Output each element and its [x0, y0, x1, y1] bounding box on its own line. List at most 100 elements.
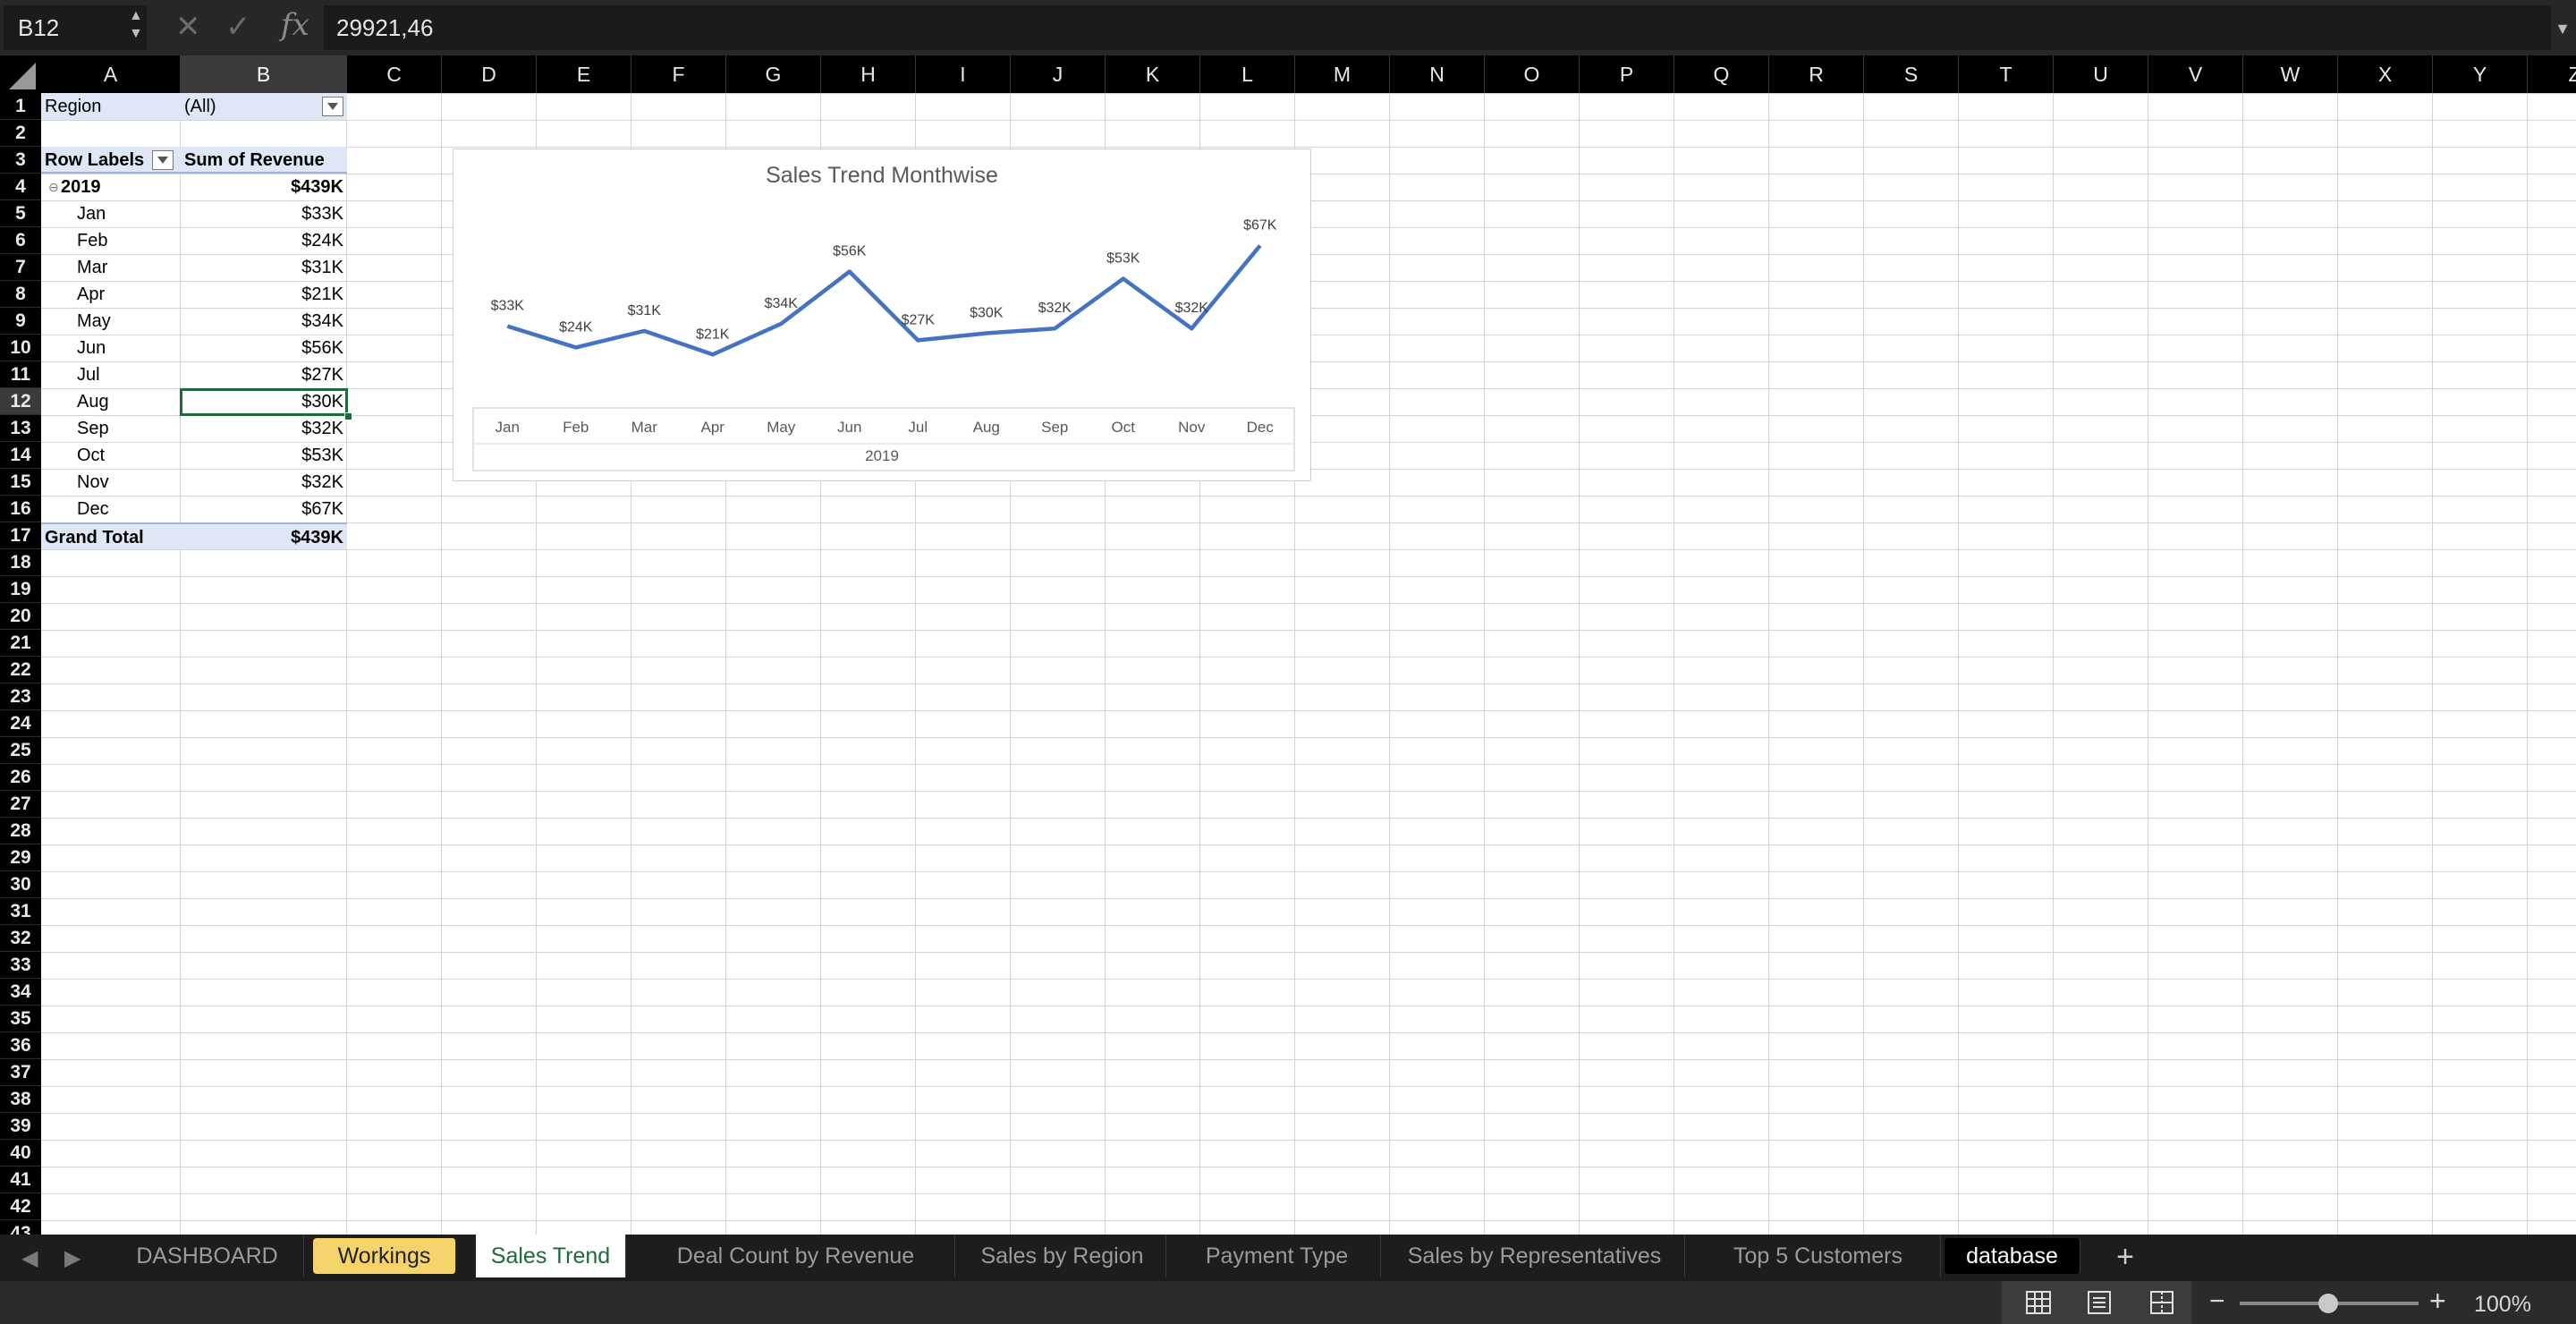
formula-input[interactable]: 29921,46 — [324, 5, 2551, 50]
page-break-icon[interactable] — [2148, 1290, 2175, 1315]
column-header-w[interactable]: W — [2243, 55, 2338, 93]
series-line[interactable] — [506, 244, 1262, 357]
pivot-month-label[interactable]: Nov — [41, 469, 181, 496]
row-header[interactable]: 8 — [0, 281, 41, 308]
column-header-e[interactable]: E — [537, 55, 631, 93]
row-header[interactable]: 34 — [0, 979, 41, 1006]
row-header[interactable]: 18 — [0, 549, 41, 576]
zoom-in-button[interactable]: + — [2429, 1285, 2446, 1318]
sheet-tab[interactable]: Sales Trend — [476, 1235, 626, 1277]
row-header[interactable]: 39 — [0, 1113, 41, 1140]
column-header-j[interactable]: J — [1011, 55, 1106, 93]
collapse-icon[interactable]: ⊖ — [48, 174, 59, 200]
sheet-tab[interactable]: DASHBOARD — [111, 1235, 304, 1277]
pivot-month-value[interactable]: $32K — [181, 415, 347, 442]
row-header[interactable]: 26 — [0, 764, 41, 791]
row-header[interactable]: 42 — [0, 1193, 41, 1220]
worksheet-grid[interactable]: Region (All) Row Labels Sum of Revenue 2… — [41, 93, 2576, 1235]
name-box-stepper-icon[interactable]: ▲ ▼ — [129, 7, 143, 43]
row-header[interactable]: 11 — [0, 361, 41, 388]
row-header[interactable]: 12 — [0, 388, 41, 415]
sheet-tab[interactable]: Sales by Region — [959, 1235, 1166, 1277]
row-header[interactable]: 43 — [0, 1220, 41, 1235]
row-labels-dropdown-icon[interactable] — [152, 150, 174, 170]
filter-dropdown-icon[interactable] — [322, 97, 343, 116]
sheet-tab[interactable]: Payment Type — [1174, 1235, 1381, 1277]
row-header[interactable]: 33 — [0, 952, 41, 979]
row-header[interactable]: 28 — [0, 818, 41, 844]
column-header-m[interactable]: M — [1295, 55, 1390, 93]
column-header-q[interactable]: Q — [1674, 55, 1769, 93]
column-header-i[interactable]: I — [916, 55, 1011, 93]
pivot-month-label[interactable]: Sep — [41, 415, 181, 442]
pivot-month-label[interactable]: Aug — [41, 388, 181, 415]
row-header[interactable]: 7 — [0, 254, 41, 281]
column-header-d[interactable]: D — [442, 55, 537, 93]
row-header[interactable]: 10 — [0, 335, 41, 361]
pivot-month-label[interactable]: Apr — [41, 281, 181, 308]
pivot-month-value[interactable]: $53K — [181, 442, 347, 469]
row-header[interactable]: 20 — [0, 603, 41, 630]
pivot-month-value[interactable]: $33K — [181, 200, 347, 227]
row-header[interactable]: 14 — [0, 442, 41, 469]
row-header[interactable]: 17 — [0, 522, 41, 549]
row-header[interactable]: 35 — [0, 1006, 41, 1032]
pivot-month-label[interactable]: Jul — [41, 361, 181, 388]
row-header[interactable]: 6 — [0, 227, 41, 254]
column-header-a[interactable]: A — [41, 55, 181, 93]
pivot-month-value[interactable]: $27K — [181, 361, 347, 388]
row-header[interactable]: 27 — [0, 791, 41, 818]
column-header-z[interactable]: Z — [2528, 55, 2576, 93]
pivot-year-total[interactable]: $439K — [181, 174, 347, 200]
column-header-o[interactable]: O — [1485, 55, 1580, 93]
pivot-value-header[interactable]: Sum of Revenue — [181, 147, 347, 174]
fill-handle[interactable] — [344, 412, 352, 420]
row-header[interactable]: 5 — [0, 200, 41, 227]
normal-view-icon[interactable] — [2025, 1290, 2052, 1315]
row-header[interactable]: 30 — [0, 871, 41, 898]
pivot-month-value[interactable]: $32K — [181, 469, 347, 496]
pivot-month-value[interactable]: $21K — [181, 281, 347, 308]
pivot-month-value[interactable]: $34K — [181, 308, 347, 335]
row-header[interactable]: 2 — [0, 120, 41, 147]
column-header-r[interactable]: R — [1769, 55, 1864, 93]
pivot-month-value[interactable]: $31K — [181, 254, 347, 281]
pivot-month-value[interactable]: $24K — [181, 227, 347, 254]
column-header-y[interactable]: Y — [2433, 55, 2528, 93]
column-header-g[interactable]: G — [726, 55, 821, 93]
pivot-month-label[interactable]: Oct — [41, 442, 181, 469]
row-header[interactable]: 21 — [0, 630, 41, 657]
row-header[interactable]: 23 — [0, 683, 41, 710]
row-header[interactable]: 37 — [0, 1059, 41, 1086]
pivot-month-label[interactable]: May — [41, 308, 181, 335]
column-header-l[interactable]: L — [1200, 55, 1295, 93]
column-header-c[interactable]: C — [347, 55, 442, 93]
row-header[interactable]: 31 — [0, 898, 41, 925]
close-icon[interactable]: ✕ — [175, 9, 201, 45]
pivot-month-value[interactable]: $67K — [181, 496, 347, 522]
pivot-filter-label[interactable]: Region — [41, 93, 181, 120]
chevron-down-icon[interactable]: ▼ — [2555, 20, 2571, 38]
sheet-tab[interactable]: Deal Count by Revenue — [637, 1235, 955, 1277]
pivot-month-label[interactable]: Jan — [41, 200, 181, 227]
row-header[interactable]: 40 — [0, 1140, 41, 1167]
row-header[interactable]: 25 — [0, 737, 41, 764]
scroll-right-icon[interactable]: ▶ — [64, 1245, 80, 1271]
check-icon[interactable]: ✓ — [225, 9, 251, 45]
sales-trend-chart[interactable]: Sales Trend Monthwise $33K Jan $24K Feb $31K… — [453, 149, 1311, 481]
pivot-month-label[interactable]: Feb — [41, 227, 181, 254]
sheet-tab[interactable]: database — [1945, 1238, 2080, 1274]
row-header[interactable]: 29 — [0, 844, 41, 871]
column-header-f[interactable]: F — [631, 55, 726, 93]
row-header[interactable]: 36 — [0, 1032, 41, 1059]
fx-icon[interactable]: fx — [281, 7, 309, 43]
row-header[interactable]: 24 — [0, 710, 41, 737]
row-header[interactable]: 38 — [0, 1086, 41, 1113]
column-header-u[interactable]: U — [2054, 55, 2148, 93]
page-layout-icon[interactable] — [2086, 1290, 2113, 1315]
column-header-k[interactable]: K — [1106, 55, 1200, 93]
row-header[interactable]: 4 — [0, 174, 41, 200]
column-header-h[interactable]: H — [821, 55, 916, 93]
zoom-out-button[interactable]: − — [2209, 1286, 2225, 1317]
row-header[interactable]: 15 — [0, 469, 41, 496]
